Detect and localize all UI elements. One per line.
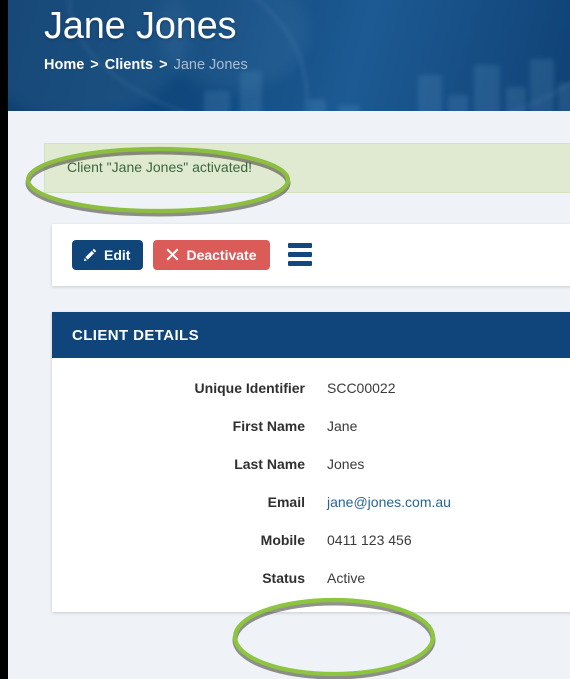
detail-row-unique-identifier: Unique Identifier SCC00022 bbox=[52, 380, 570, 396]
detail-value: Jane bbox=[327, 417, 358, 434]
pencil-icon bbox=[83, 248, 97, 262]
alert-container: Client "Jane Jones" activated! bbox=[8, 111, 570, 193]
breadcrumb-item-clients[interactable]: Clients bbox=[105, 57, 153, 73]
breadcrumb-item-current: Jane Jones bbox=[173, 56, 248, 73]
breadcrumb-separator: > bbox=[159, 56, 168, 73]
detail-label: First Name bbox=[232, 417, 305, 434]
x-icon bbox=[166, 248, 179, 261]
detail-value: Jones bbox=[327, 455, 365, 472]
alert-message: Client "Jane Jones" activated! bbox=[67, 159, 253, 175]
detail-row-status: Status Active bbox=[52, 570, 570, 586]
detail-row-mobile: Mobile 0411 123 456 bbox=[52, 532, 570, 548]
breadcrumb: Home > Clients > Jane Jones bbox=[44, 58, 570, 73]
detail-label: Mobile bbox=[260, 531, 305, 548]
detail-label: Last Name bbox=[234, 455, 305, 472]
panel-body: Unique Identifier SCC00022 First Name Ja… bbox=[52, 358, 570, 612]
action-toolbar-card: Edit Deactivate bbox=[52, 223, 570, 286]
detail-row-email: Email jane@jones.com.au bbox=[52, 494, 570, 510]
detail-label: Email bbox=[267, 493, 305, 510]
detail-value: 0411 123 456 bbox=[327, 531, 412, 548]
hamburger-bar bbox=[287, 261, 312, 267]
edit-button-label: Edit bbox=[104, 246, 131, 263]
page-root: Jane Jones Home > Clients > Jane Jones Clien… bbox=[8, 0, 570, 679]
hamburger-bar bbox=[287, 252, 312, 258]
detail-value: jane@jones.com.au bbox=[327, 494, 451, 510]
alert-success: Client "Jane Jones" activated! bbox=[44, 143, 570, 193]
edit-button[interactable]: Edit bbox=[72, 239, 144, 270]
client-details-panel: CLIENT DETAILS Unique Identifier SCC0002… bbox=[52, 311, 570, 612]
deactivate-button[interactable]: Deactivate bbox=[153, 239, 270, 270]
hamburger-bar bbox=[287, 243, 312, 249]
detail-value: SCC00022 bbox=[327, 379, 396, 396]
hamburger-menu-icon[interactable] bbox=[287, 243, 312, 267]
deactivate-button-label: Deactivate bbox=[186, 246, 257, 263]
page-header-banner: Jane Jones Home > Clients > Jane Jones bbox=[8, 0, 570, 111]
page-title: Jane Jones bbox=[44, 5, 237, 47]
email-link[interactable]: jane@jones.com.au bbox=[327, 494, 451, 510]
breadcrumb-item-home[interactable]: Home bbox=[44, 57, 84, 73]
breadcrumb-separator: > bbox=[90, 56, 99, 73]
detail-row-last-name: Last Name Jones bbox=[52, 456, 570, 472]
status-value: Active bbox=[327, 569, 366, 586]
detail-row-first-name: First Name Jane bbox=[52, 418, 570, 434]
detail-label: Status bbox=[262, 569, 305, 586]
panel-heading: CLIENT DETAILS bbox=[52, 311, 570, 358]
screenshot-viewport: Jane Jones Home > Clients > Jane Jones Clien… bbox=[0, 0, 570, 679]
detail-label: Unique Identifier bbox=[194, 379, 305, 396]
